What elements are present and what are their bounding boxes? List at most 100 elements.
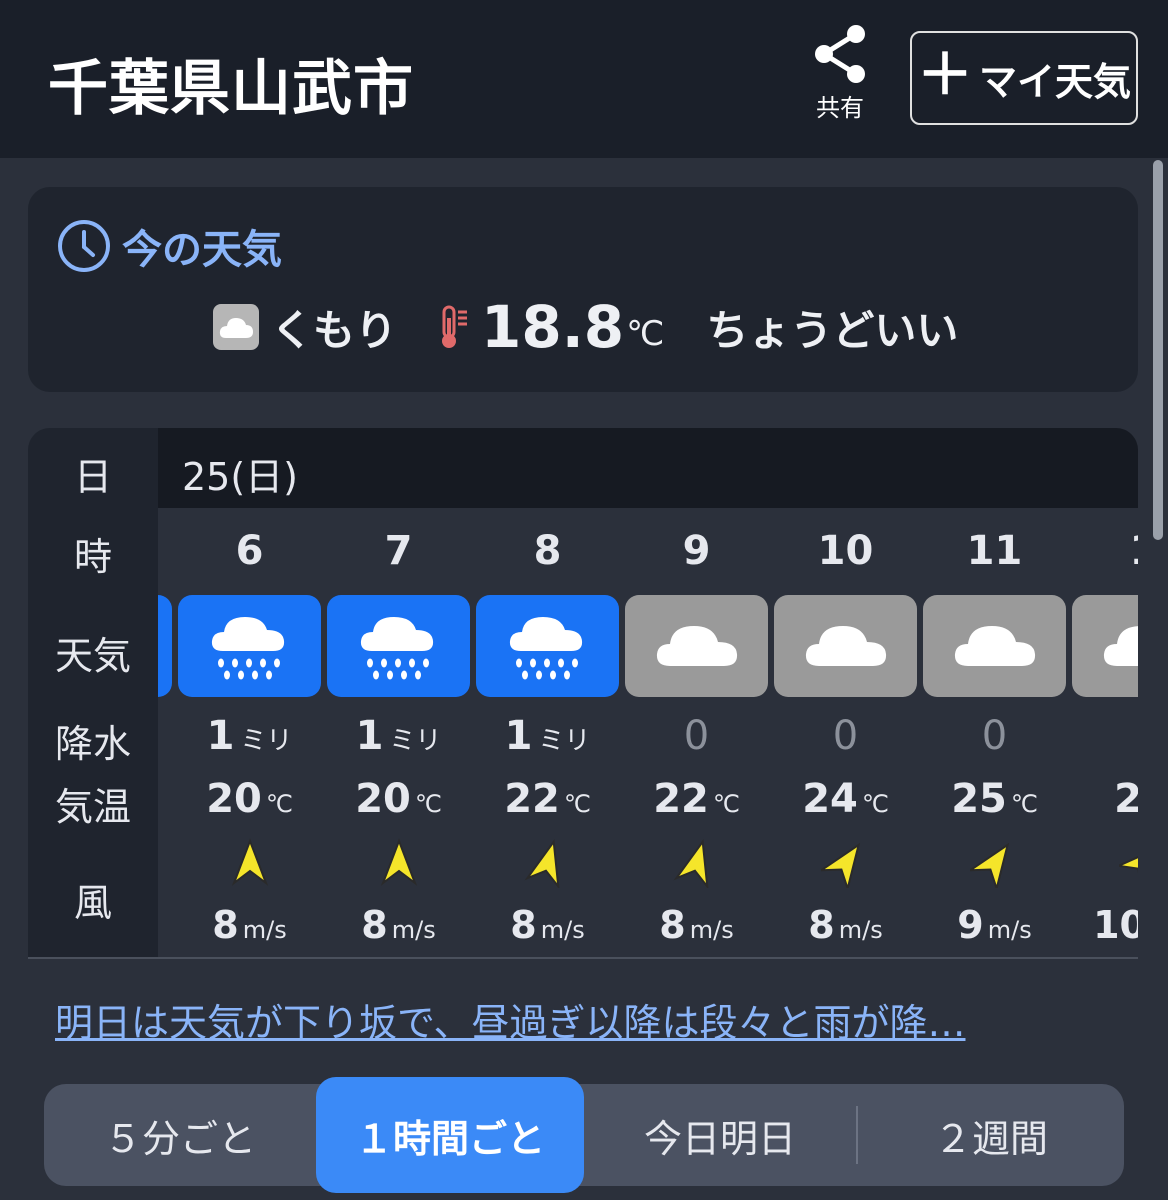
plus-icon: ＋ [916, 43, 973, 108]
hour-column: 1 2℃ 10m/s [1069, 508, 1138, 958]
wind-speed: 9 m/s [957, 903, 1032, 947]
day-row: 25(日) [158, 428, 1138, 508]
wind-direction-icon [967, 838, 1020, 893]
share-label: 共有 [816, 94, 864, 122]
my-weather-label: マイ天気 [978, 59, 1131, 104]
hour-column-previous [158, 508, 175, 958]
current-weather-title: 今の天気 [122, 227, 282, 273]
day-label: 25(日) [182, 455, 299, 499]
wind-unit: m/s [689, 916, 734, 944]
wind-direction-icon [523, 838, 573, 890]
location-title: 千葉県山武市 [48, 54, 414, 124]
row-label-column: 日 時 天気 降水 気温 風 [28, 428, 158, 958]
wind-speed: 8 m/s [510, 903, 585, 947]
hour-column: 11 0 25 ℃ 9 m/s [920, 508, 1069, 958]
row-label-wind: 風 [73, 881, 112, 925]
row-label-precip: 降水 [54, 722, 131, 766]
clock-icon [58, 220, 110, 272]
precip-unit: ミリ [240, 726, 293, 756]
wind-speed: 8 m/s [361, 903, 436, 947]
hour-label: 6 [235, 528, 264, 574]
current-temperature: 18.8 [481, 293, 625, 361]
wind-unit: m/s [391, 916, 436, 944]
hour-label: 11 [966, 528, 1023, 574]
hour-label: 1 [1069, 528, 1138, 574]
current-condition: くもり [271, 305, 398, 355]
cloud-icon [923, 595, 1066, 697]
hour-column: 8 1 ミリ 22 ℃ 8 m/s [473, 508, 622, 958]
wind-direction-icon [225, 838, 275, 888]
wind-speed: 8 m/s [808, 903, 883, 947]
temp-unit: ℃ [712, 790, 740, 818]
wind-unit: m/s [242, 916, 287, 944]
precip-value: 1 ミリ [355, 713, 442, 759]
feel-description: ちょうどいい [706, 305, 959, 355]
precip-value: 0 [683, 713, 710, 759]
hour-label: 7 [384, 528, 413, 574]
scrollbar[interactable] [1153, 160, 1163, 540]
cloud-icon [625, 595, 768, 697]
rain-icon [476, 595, 619, 697]
hour-column: 9 0 22 ℃ 8 m/s [622, 508, 771, 958]
precip-value: 1 ミリ [206, 713, 293, 759]
temp-value: 2℃ [1114, 776, 1138, 822]
wind-speed: 8 m/s [212, 903, 287, 947]
cloud-icon [774, 595, 917, 697]
forecast-summary-link[interactable]: 明日は天気が下り坂で、昼過ぎ以降は段々と雨が降… [55, 992, 965, 1047]
rain-icon [158, 595, 172, 697]
temp-unit: ℃ [861, 790, 889, 818]
rain-icon [178, 595, 321, 697]
temp-value: 25 ℃ [951, 776, 1038, 822]
rain-icon [327, 595, 470, 697]
temp-value: 22 ℃ [653, 776, 740, 822]
interval-tabs: ５分ごと １時間ごと 今日明日 ２週間 [44, 1077, 1124, 1193]
cloud-icon [213, 304, 259, 350]
current-weather-row: くもり 18.8 ℃ ちょうどいい [213, 293, 959, 361]
hourly-grid[interactable]: 6 1 ミリ 20 ℃ 8 m/s 7 1 ミリ 20 ℃ 8 m/s 8 1 ミリ 22 ℃ 8 m/s 9 0 22 ℃ 8 m… [158, 508, 1138, 958]
wind-unit: m/s [987, 916, 1032, 944]
precip-unit: ミリ [389, 726, 442, 756]
hourly-forecast-card: 日 時 天気 降水 気温 風 25(日) 6 1 ミリ 20 ℃ 8 m/s 7 1 ミリ 20 ℃ 8… [28, 428, 1138, 958]
tab-2weeks[interactable]: ２週間 [858, 1084, 1124, 1186]
row-label-weather: 天気 [54, 634, 131, 678]
share-button[interactable]: 共有 [800, 22, 880, 132]
wind-speed: 10m/s [1093, 903, 1138, 947]
temp-unit: ℃ [265, 790, 293, 818]
hour-label: 8 [533, 528, 562, 574]
app-header: 千葉県山武市 共有 ＋ マイ天気 [0, 0, 1168, 158]
hour-column: 10 0 24 ℃ 8 m/s [771, 508, 920, 958]
thermometer-icon [442, 305, 468, 348]
precip-value: 0 [832, 713, 859, 759]
temp-unit: ℃ [563, 790, 591, 818]
cloud-icon [1072, 595, 1138, 697]
wind-unit: m/s [540, 916, 585, 944]
current-temperature-unit: ℃ [626, 314, 665, 354]
wind-unit: m/s [838, 916, 883, 944]
wind-direction-icon [672, 838, 722, 890]
temp-unit: ℃ [1010, 790, 1038, 818]
current-weather-heading: 今の天気 [56, 217, 282, 275]
row-label-day: 日 [73, 455, 112, 499]
tab-5min[interactable]: ５分ごと [44, 1084, 316, 1186]
wind-speed: 8 m/s [659, 903, 734, 947]
add-my-weather-button[interactable]: ＋ マイ天気 [910, 31, 1138, 125]
temp-value: 20 ℃ [206, 776, 293, 822]
wind-direction-icon [1114, 838, 1138, 893]
temp-value: 20 ℃ [355, 776, 442, 822]
wind-direction-icon [818, 838, 871, 893]
wind-direction-icon [374, 838, 424, 888]
row-label-temp: 気温 [54, 785, 131, 829]
hour-label: 10 [817, 528, 874, 574]
precip-value: 1 ミリ [504, 713, 591, 759]
current-weather-card: 今の天気 くもり 18.8 ℃ ちょうどいい [28, 187, 1138, 392]
hour-column: 6 1 ミリ 20 ℃ 8 m/s [175, 508, 324, 958]
temp-value: 22 ℃ [504, 776, 591, 822]
temp-unit: ℃ [414, 790, 442, 818]
precip-value: 0 [981, 713, 1008, 759]
share-icon [815, 25, 865, 83]
divider [28, 957, 1138, 959]
precip-unit: ミリ [538, 726, 591, 756]
tab-today-tomorrow[interactable]: 今日明日 [584, 1084, 856, 1186]
temp-value: 24 ℃ [802, 776, 889, 822]
tab-hourly[interactable]: １時間ごと [316, 1077, 584, 1193]
